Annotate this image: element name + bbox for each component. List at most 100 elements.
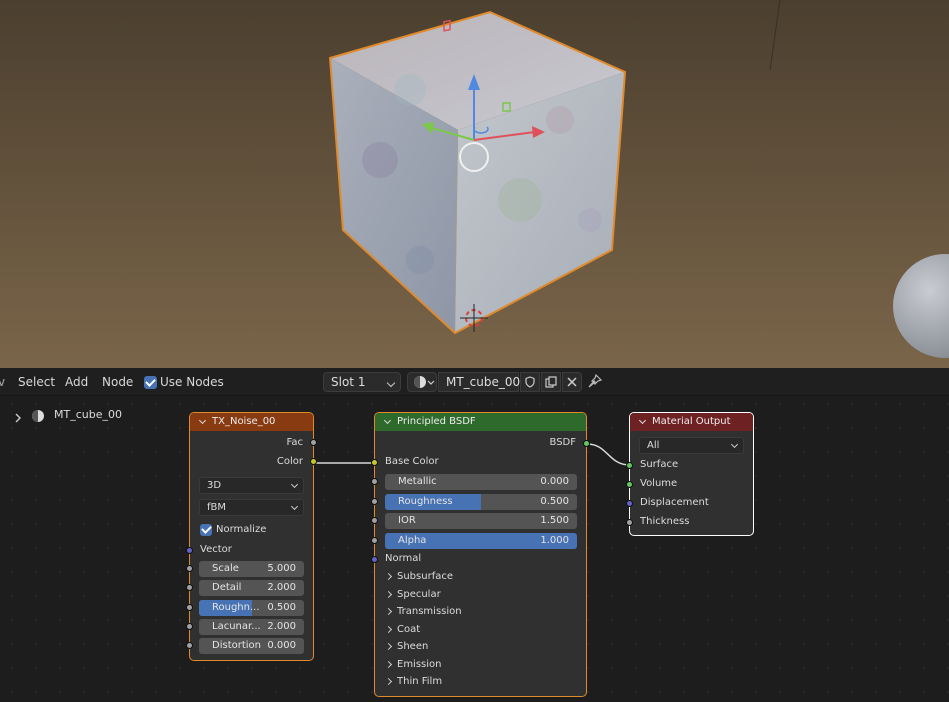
bsdf-field-socket[interactable] bbox=[371, 536, 378, 544]
field-value: 1.500 bbox=[540, 515, 569, 526]
bsdf-panel-toggle[interactable]: Subsurface bbox=[397, 571, 453, 582]
dimensions-dropdown[interactable]: 3D bbox=[199, 477, 304, 494]
material-output-node[interactable]: Material Output All Surface Volume Displ… bbox=[626, 412, 754, 536]
field-value: 2.000 bbox=[267, 620, 296, 632]
noise-field-socket[interactable] bbox=[186, 565, 193, 572]
normal-label: Normal bbox=[385, 553, 422, 564]
field-label: IOR bbox=[398, 515, 416, 526]
bsdf-node-header[interactable]: Principled BSDF bbox=[375, 413, 586, 431]
noise-node-title: TX_Noise_00 bbox=[212, 416, 276, 427]
output-target-value: All bbox=[647, 440, 660, 451]
material-name: MT_cube_00 bbox=[446, 375, 521, 389]
link-bsdf-to-surface bbox=[586, 443, 631, 466]
noise-field-slider[interactable]: Detail 2.000 bbox=[199, 580, 304, 597]
output-node-header[interactable]: Material Output bbox=[630, 413, 753, 431]
field-value: 5.000 bbox=[267, 563, 296, 574]
normalize-label: Normalize bbox=[216, 524, 267, 535]
expand-chevron-icon[interactable] bbox=[13, 408, 23, 423]
material-browse-button[interactable] bbox=[407, 372, 437, 392]
field-label: Roughness bbox=[398, 495, 453, 507]
fake-user-shield-icon bbox=[525, 376, 535, 388]
displacement-input-socket[interactable] bbox=[626, 500, 633, 507]
noise-field-slider[interactable]: Scale 5.000 bbox=[199, 561, 304, 577]
unlink-material-button[interactable] bbox=[562, 372, 582, 392]
noise-field-slider[interactable]: Distortion 0.000 bbox=[199, 638, 304, 655]
breadcrumb-material-name: MT_cube_00 bbox=[54, 408, 122, 421]
noise-field-slider[interactable]: Roughn... 0.500 bbox=[199, 599, 304, 616]
normal-input-socket[interactable] bbox=[371, 556, 378, 563]
bsdf-panel-toggle[interactable]: Transmission bbox=[397, 606, 462, 617]
select-menu[interactable]: Select bbox=[18, 375, 55, 389]
bsdf-field-socket[interactable] bbox=[371, 478, 378, 485]
bsdf-panel-toggle[interactable]: Sheen bbox=[397, 641, 428, 652]
noise-field-socket[interactable] bbox=[186, 603, 193, 611]
duplicate-material-button[interactable] bbox=[541, 372, 561, 392]
dimensions-value: 3D bbox=[207, 480, 222, 491]
bsdf-output-label: BSDF bbox=[549, 437, 576, 448]
chevron-down-icon bbox=[290, 502, 299, 511]
use-nodes-label: Use Nodes bbox=[160, 375, 224, 389]
shader-editor[interactable]: v Select Add Node Use Nodes Slot 1 MT_cu… bbox=[0, 368, 949, 702]
bsdf-panel-toggle[interactable]: Coat bbox=[397, 624, 420, 635]
surface-input-socket[interactable] bbox=[626, 462, 633, 469]
bsdf-field-socket[interactable] bbox=[371, 497, 378, 505]
noise-texture-node[interactable]: TX_Noise_00 Fac Color 3D fBM Normalize V… bbox=[186, 412, 317, 661]
3d-viewport[interactable] bbox=[0, 0, 949, 368]
fac-output-label: Fac bbox=[286, 437, 303, 448]
noise-type-dropdown[interactable]: fBM bbox=[199, 499, 304, 516]
bsdf-panel-toggle[interactable]: Specular bbox=[397, 589, 441, 600]
view-menu-fragment[interactable]: v bbox=[0, 375, 5, 389]
close-icon bbox=[567, 377, 577, 387]
field-value: 0.500 bbox=[540, 495, 569, 507]
bsdf-node-title: Principled BSDF bbox=[397, 416, 476, 427]
noise-field-slider[interactable]: Lacunar... 2.000 bbox=[199, 618, 304, 635]
viewport-scene bbox=[0, 0, 949, 368]
add-menu[interactable]: Add bbox=[65, 375, 88, 389]
pin-button[interactable] bbox=[587, 373, 605, 391]
noise-field-socket[interactable] bbox=[186, 584, 193, 592]
volume-input-socket[interactable] bbox=[626, 481, 633, 488]
noise-type-value: fBM bbox=[207, 502, 227, 513]
noise-field-socket[interactable] bbox=[186, 642, 193, 650]
slot-dropdown[interactable]: Slot 1 bbox=[323, 372, 401, 392]
volume-label: Volume bbox=[640, 478, 678, 489]
fac-output-socket[interactable] bbox=[310, 439, 317, 446]
field-value: 0.500 bbox=[267, 601, 296, 613]
output-target-dropdown[interactable]: All bbox=[639, 437, 744, 454]
duplicate-icon bbox=[545, 376, 557, 388]
field-value: 0.000 bbox=[267, 640, 296, 652]
field-label: Alpha bbox=[398, 534, 427, 546]
thickness-input-socket[interactable] bbox=[626, 519, 633, 526]
vector-input-label: Vector bbox=[200, 544, 232, 555]
bsdf-field-slider[interactable]: Metallic 0.000 bbox=[385, 474, 577, 490]
use-nodes-checkbox[interactable] bbox=[144, 376, 157, 389]
field-label: Scale bbox=[212, 563, 239, 574]
bsdf-field-socket[interactable] bbox=[371, 517, 378, 524]
material-name-field[interactable]: MT_cube_00 bbox=[438, 372, 521, 392]
bsdf-field-slider[interactable]: Alpha 1.000 bbox=[385, 532, 577, 549]
noise-field-socket[interactable] bbox=[186, 622, 193, 630]
displacement-label: Displacement bbox=[640, 497, 709, 508]
color-output-socket[interactable] bbox=[310, 458, 317, 465]
chevron-down-icon bbox=[290, 480, 299, 489]
bsdf-output-socket[interactable] bbox=[583, 440, 590, 447]
node-menu[interactable]: Node bbox=[102, 375, 133, 389]
pin-icon bbox=[588, 373, 603, 388]
field-label: Lacunar... bbox=[212, 620, 261, 632]
bsdf-panel-toggle[interactable]: Thin Film bbox=[397, 676, 442, 687]
base-color-input-socket[interactable] bbox=[371, 459, 378, 466]
fake-user-button[interactable] bbox=[520, 372, 540, 392]
chevron-down-icon bbox=[386, 378, 396, 388]
field-value: 2.000 bbox=[267, 582, 296, 594]
bsdf-field-slider[interactable]: Roughness 0.500 bbox=[385, 493, 577, 510]
noise-node-header[interactable]: TX_Noise_00 bbox=[190, 413, 313, 431]
bsdf-field-slider[interactable]: IOR 1.500 bbox=[385, 513, 577, 529]
vector-input-socket[interactable] bbox=[186, 547, 193, 554]
surface-label: Surface bbox=[640, 459, 679, 470]
material-sphere-icon bbox=[414, 376, 435, 388]
principled-bsdf-node[interactable]: Principled BSDF BSDF Base Color Metallic… bbox=[371, 412, 590, 697]
output-node-title: Material Output bbox=[652, 416, 731, 427]
field-label: Roughn... bbox=[212, 601, 260, 613]
normalize-checkbox[interactable] bbox=[200, 524, 212, 536]
bsdf-panel-toggle[interactable]: Emission bbox=[397, 659, 442, 670]
